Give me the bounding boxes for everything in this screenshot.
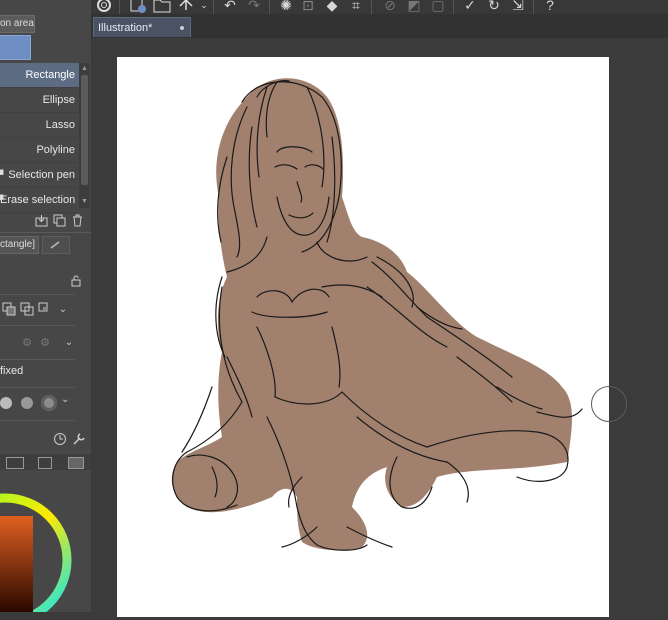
anti-alias-mid[interactable]	[21, 397, 33, 409]
fill-layer-icon[interactable]: ◩	[405, 0, 423, 14]
intermediate-color-tab-icon[interactable]	[68, 457, 84, 469]
aspect-buttons: ⚙ ⚙ ⌄	[18, 332, 78, 352]
sub-tool-polyline[interactable]: Polyline	[0, 138, 79, 163]
redo-icon[interactable]: ↷	[245, 0, 263, 14]
add-selection-icon[interactable]	[0, 300, 18, 318]
toolbar-separator	[269, 0, 270, 14]
toolbar-separator	[213, 0, 214, 14]
chevron-down-icon[interactable]: ⌄	[54, 300, 72, 318]
color-wheel[interactable]	[0, 470, 91, 612]
brush-cursor-circle	[591, 386, 627, 422]
sub-tool-group-button[interactable]	[0, 35, 31, 60]
selection-mode-buttons: ⌄	[0, 299, 72, 319]
sub-tool-label: Erase selection	[0, 194, 76, 206]
sub-tool-actions	[32, 210, 86, 230]
tool-property-wrench-tab[interactable]	[42, 236, 70, 254]
toolbar-separator	[119, 0, 120, 14]
duplicate-sub-tool-icon[interactable]	[50, 211, 68, 229]
sub-tool-label: Lasso	[45, 119, 75, 131]
color-set-tab-icon[interactable]	[38, 457, 52, 469]
sub-tool-ellipse[interactable]: Ellipse	[0, 88, 79, 113]
brush-marker-icon: ▘	[0, 195, 7, 205]
logo-icon[interactable]	[95, 0, 113, 14]
color-panel-tabs	[0, 454, 91, 470]
loading-icon[interactable]: ✺	[277, 0, 295, 14]
toolbar-separator	[533, 0, 534, 14]
open-folder-icon[interactable]	[153, 0, 171, 14]
fixed-label: fixed	[0, 365, 24, 377]
delete-sub-tool-icon[interactable]	[68, 211, 86, 229]
close-tab-icon[interactable]	[180, 26, 184, 30]
sub-tool-label: Selection pen	[8, 169, 75, 181]
transform-icon[interactable]: ⊡	[299, 0, 317, 14]
tool-property-panel: on area] Rectangle Ellipse Lasso Polylin…	[0, 0, 91, 612]
subtract-selection-icon[interactable]	[18, 300, 36, 318]
sub-tool-scrollbar[interactable]: ▲ ▼	[79, 63, 90, 208]
tool-property-tab[interactable]: ctangle]	[0, 236, 39, 254]
drawing-canvas[interactable]	[117, 57, 609, 617]
divider	[0, 232, 91, 233]
canvas-workspace[interactable]	[91, 38, 668, 617]
document-tab-title: Illustration*	[98, 22, 153, 34]
scroll-down-icon[interactable]: ▼	[80, 197, 89, 207]
new-canvas-icon[interactable]	[129, 0, 147, 14]
undo-icon[interactable]: ↶	[221, 0, 239, 14]
fill-icon[interactable]: ◆	[323, 0, 341, 14]
scroll-thumb[interactable]	[81, 75, 88, 185]
anti-aliasing-options[interactable]: ⌄	[0, 394, 76, 414]
help-icon[interactable]: ?	[541, 0, 559, 14]
color-slider-tab-icon[interactable]	[6, 457, 24, 469]
anti-alias-low[interactable]	[0, 397, 12, 409]
save-icon[interactable]	[177, 0, 195, 14]
chevron-down-icon[interactable]: ⌄	[195, 0, 213, 14]
intersect-selection-icon[interactable]	[36, 300, 54, 318]
toolbar-separator	[371, 0, 372, 14]
anti-alias-high[interactable]	[41, 395, 57, 411]
import-sub-tool-icon[interactable]	[32, 211, 50, 229]
clear-layer-icon[interactable]: ⊘	[381, 0, 399, 14]
sketch-artwork	[171, 78, 583, 551]
chevron-down-icon[interactable]: ⌄	[60, 333, 78, 351]
check-selection-icon[interactable]: ✓	[461, 0, 479, 14]
sub-tool-label: Ellipse	[42, 94, 75, 106]
divider	[0, 420, 75, 421]
sub-tool-lasso[interactable]: Lasso	[0, 113, 79, 138]
scroll-up-icon[interactable]: ▲	[80, 64, 89, 74]
aspect-ratio-icon[interactable]: ⚙	[18, 333, 36, 351]
crop-icon[interactable]: ⌗	[347, 0, 365, 14]
reset-icon[interactable]	[53, 432, 67, 446]
selection-edit-icon[interactable]: ⇲	[509, 0, 527, 14]
wrench-icon[interactable]	[72, 432, 86, 446]
pixel-aspect-icon[interactable]: ⚙	[36, 333, 54, 351]
document-tab[interactable]: Illustration*	[93, 17, 191, 37]
divider	[0, 387, 75, 388]
sub-tool-panel-tab[interactable]: on area]	[0, 15, 35, 33]
sub-tool-label: Rectangle	[25, 69, 75, 81]
lasso-selection-icon[interactable]: ↻	[485, 0, 503, 14]
toolbar-separator	[453, 0, 454, 14]
sub-tool-rectangle[interactable]: Rectangle	[0, 63, 79, 88]
brush-marker-icon: ▘	[0, 170, 7, 180]
layer-mask-icon[interactable]: ▢	[429, 0, 447, 14]
divider	[0, 294, 75, 295]
divider	[0, 325, 75, 326]
sub-tool-list: Rectangle Ellipse Lasso Polyline ▘ Selec…	[0, 63, 79, 213]
divider	[0, 359, 75, 360]
chevron-down-icon[interactable]: ⌄	[61, 394, 69, 405]
sub-tool-label: Polyline	[36, 144, 75, 156]
document-tab-bar: Illustration*	[91, 14, 668, 38]
sub-tool-selection-pen[interactable]: ▘ Selection pen	[0, 163, 79, 188]
command-bar: ⌄ ↶ ↷ ✺ ⊡ ◆ ⌗ ⊘ ◩ ▢ ✓ ↻ ⇲ ?	[91, 0, 668, 14]
lock-icon[interactable]	[70, 275, 82, 287]
